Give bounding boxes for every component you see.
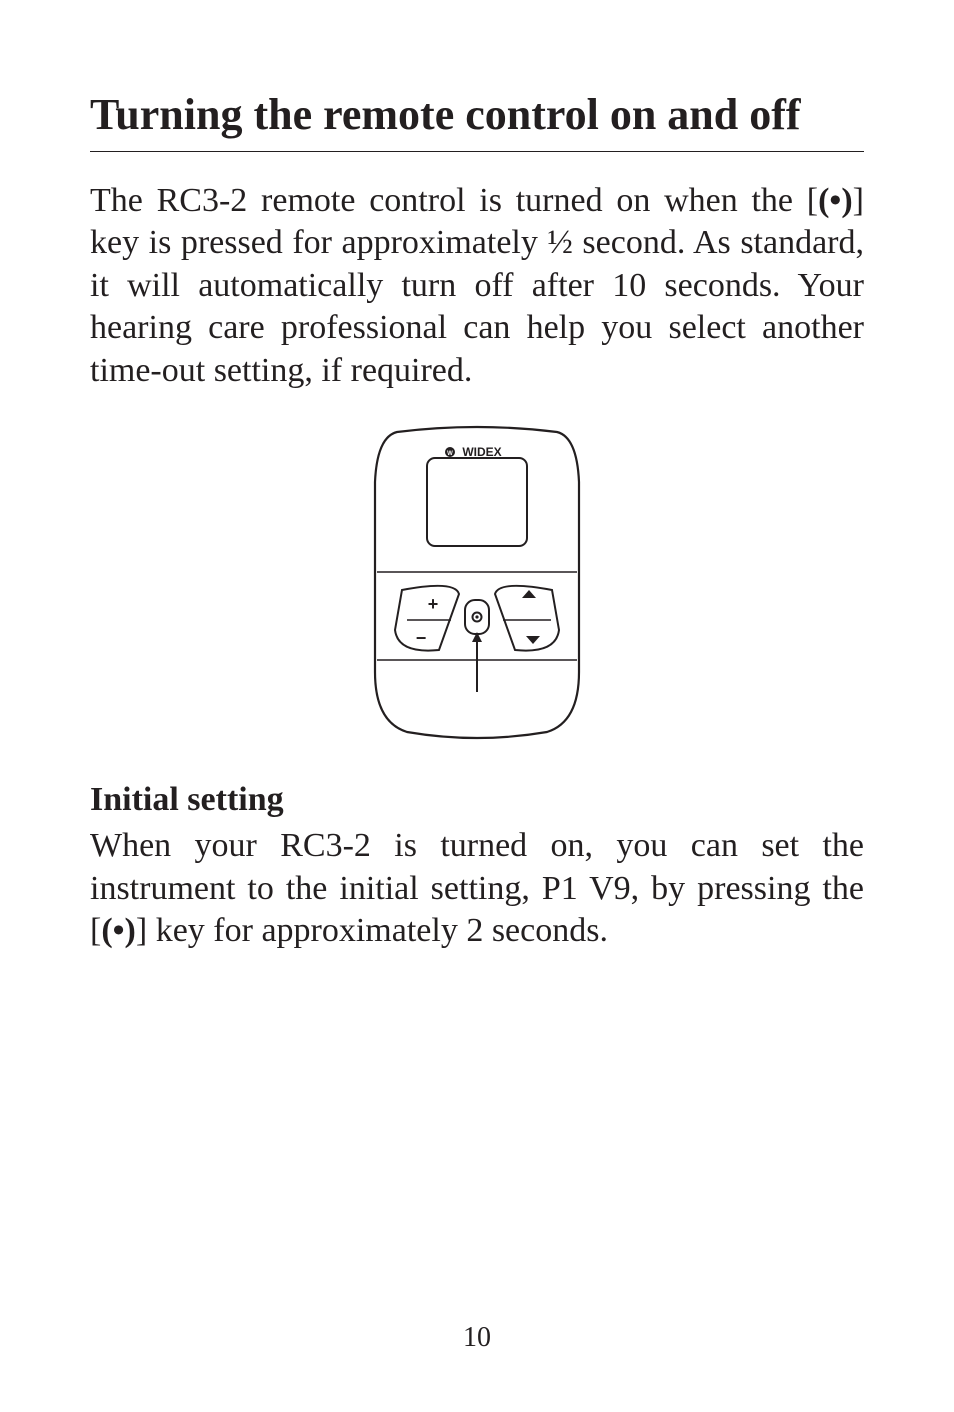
subheading-initial-setting: Initial setting xyxy=(90,781,864,819)
volume-rocker[interactable]: + − xyxy=(395,586,459,651)
program-up-icon xyxy=(522,590,536,598)
program-rocker[interactable] xyxy=(495,586,559,651)
brand-text: WIDEX xyxy=(462,445,501,459)
volume-plus-icon: + xyxy=(428,594,439,614)
para1-text-a: The RC3-2 remote control is turned on wh… xyxy=(90,182,818,219)
initial-setting-paragraph: When your RC3-2 is turned on, you can se… xyxy=(90,825,864,953)
callout-arrow-icon xyxy=(472,632,482,692)
para2-text-b: ] key for approximately 2 seconds. xyxy=(136,912,608,949)
program-down-icon xyxy=(526,636,540,644)
page-title: Turning the remote control on and off xyxy=(90,90,864,141)
center-key[interactable] xyxy=(465,600,489,634)
center-key-symbol: (•) xyxy=(818,182,853,219)
title-rule xyxy=(90,151,864,152)
remote-illustration: W WIDEX + − xyxy=(90,422,864,747)
center-key-symbol-2: (•) xyxy=(101,912,136,949)
intro-paragraph: The RC3-2 remote control is turned on wh… xyxy=(90,180,864,393)
volume-minus-icon: − xyxy=(416,628,427,648)
svg-text:W: W xyxy=(447,451,453,457)
page-number: 10 xyxy=(0,1322,954,1354)
remote-svg: W WIDEX + − xyxy=(347,422,607,742)
brand-logo: W WIDEX xyxy=(445,445,502,459)
